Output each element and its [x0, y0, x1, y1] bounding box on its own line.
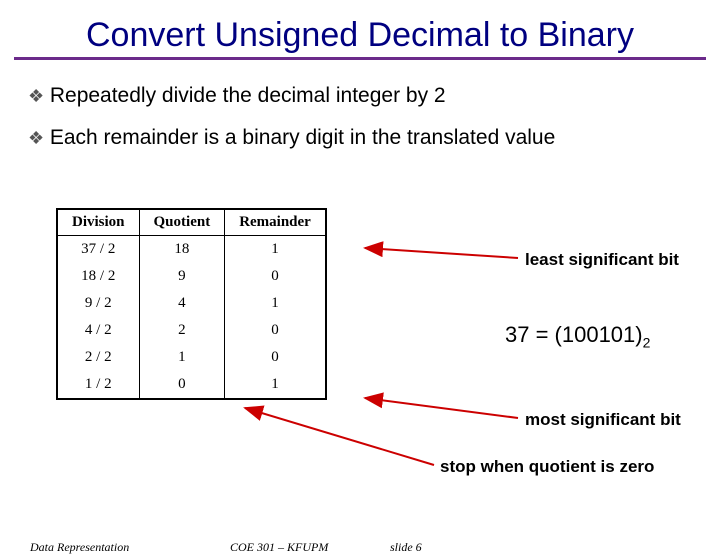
label-lsb: least significant bit — [525, 250, 679, 270]
result-equation: 37 = (100101)2 — [505, 322, 650, 350]
col-division: Division — [57, 209, 139, 236]
table-row: 2 / 2 1 0 — [57, 344, 326, 371]
conversion-table: Division Quotient Remainder 37 / 2 18 1 … — [56, 208, 327, 400]
col-quotient: Quotient — [139, 209, 225, 236]
footer-left: Data Representation — [30, 540, 129, 555]
bullet-1: ❖ Repeatedly divide the decimal integer … — [28, 84, 692, 108]
content-area: ❖ Repeatedly divide the decimal integer … — [0, 60, 720, 150]
table-row: 37 / 2 18 1 — [57, 236, 326, 264]
bullet-2: ❖ Each remainder is a binary digit in th… — [28, 126, 692, 150]
bullet-2-text: Each remainder is a binary digit in the … — [50, 126, 555, 149]
arrow-msb — [365, 398, 518, 418]
title-bar: Convert Unsigned Decimal to Binary — [14, 10, 706, 60]
diamond-icon: ❖ — [28, 128, 44, 149]
table-row: 1 / 2 0 1 — [57, 371, 326, 399]
arrow-stop — [245, 408, 434, 465]
footer-mid: COE 301 – KFUPM — [230, 540, 328, 555]
label-stop: stop when quotient is zero — [440, 457, 654, 477]
result-text: 37 = (100101) — [505, 322, 643, 347]
table-row: 9 / 2 4 1 — [57, 290, 326, 317]
footer-slide-number: slide 6 — [390, 540, 422, 555]
result-subscript: 2 — [643, 334, 651, 350]
col-remainder: Remainder — [225, 209, 326, 236]
table-row: 4 / 2 2 0 — [57, 317, 326, 344]
arrow-lsb — [365, 248, 518, 258]
slide-title: Convert Unsigned Decimal to Binary — [18, 16, 702, 55]
diamond-icon: ❖ — [28, 86, 44, 107]
table-header-row: Division Quotient Remainder — [57, 209, 326, 236]
bullet-1-text: Repeatedly divide the decimal integer by… — [50, 84, 446, 107]
conversion-table-wrap: Division Quotient Remainder 37 / 2 18 1 … — [56, 208, 327, 400]
label-msb: most significant bit — [525, 410, 681, 430]
table-row: 18 / 2 9 0 — [57, 263, 326, 290]
